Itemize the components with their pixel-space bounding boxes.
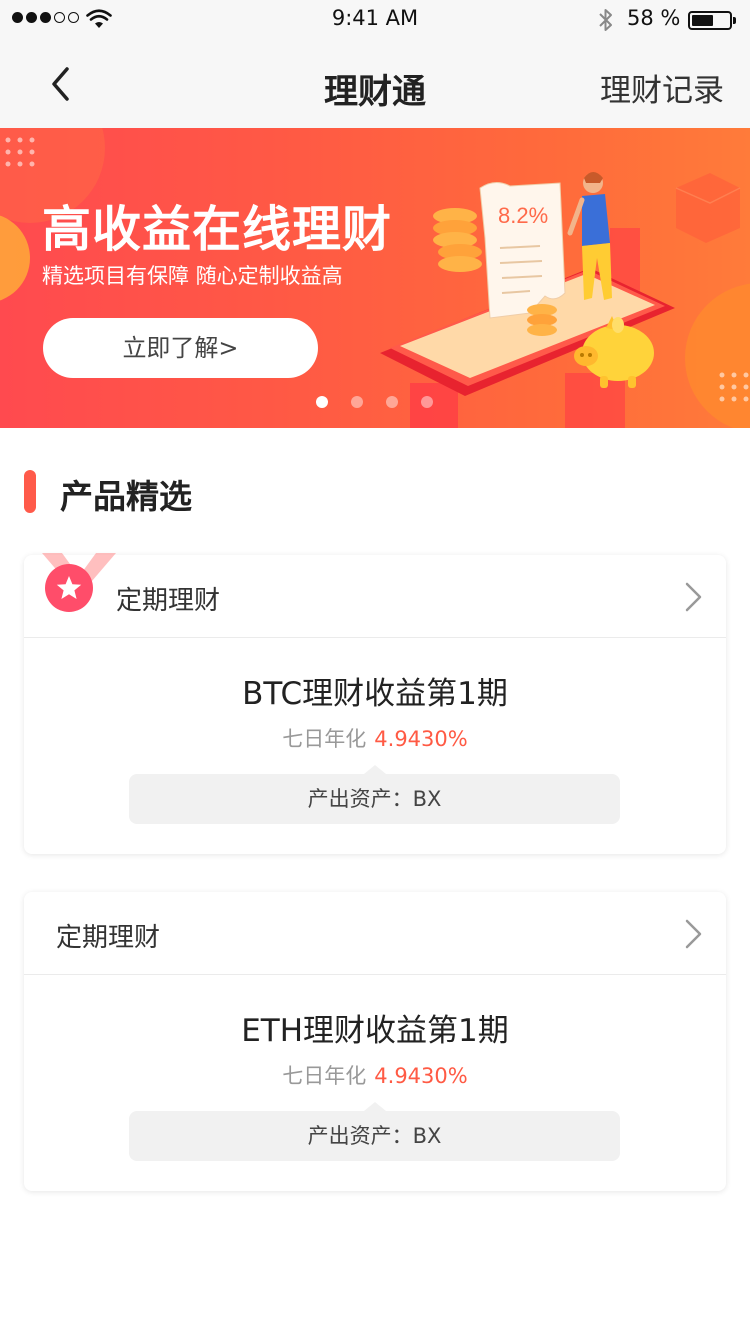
banner-pagination[interactable] <box>316 396 433 408</box>
product-card-body: BTC理财收益第1期 七日年化 4.9430% 产出资产：BX <box>24 638 726 854</box>
finance-illustration: 8.2% <box>380 172 675 396</box>
battery-icon <box>688 11 736 30</box>
rate-value: 4.9430% <box>374 1064 468 1088</box>
product-card[interactable]: 定期理财 BTC理财收益第1期 七日年化 4.9430% 产出资产：BX <box>24 553 726 854</box>
chevron-right-icon <box>685 919 702 949</box>
learn-more-button[interactable]: 立即了解> <box>43 318 318 378</box>
star-medal-icon <box>42 553 116 612</box>
navigation-bar: 理财通 理财记录 <box>0 40 750 128</box>
product-rate: 七日年化 4.9430% <box>24 1060 726 1090</box>
receipt-rate: 8.2% <box>498 203 548 228</box>
banner-page-dot[interactable] <box>316 396 328 408</box>
status-bar: 9:41 AM 58 % <box>0 0 750 40</box>
product-rate: 七日年化 4.9430% <box>24 723 726 753</box>
banner-page-dot[interactable] <box>386 396 398 408</box>
asset-label: 产出资产： <box>307 787 413 811</box>
banner-page-dot[interactable] <box>351 396 363 408</box>
product-card-body: ETH理财收益第1期 七日年化 4.9430% 产出资产：BX <box>24 975 726 1191</box>
asset-value: BX <box>412 1124 442 1148</box>
asset-value: BX <box>412 787 442 811</box>
asset-label: 产出资产： <box>307 1124 413 1148</box>
product-card-header[interactable]: 定期理财 <box>24 892 726 975</box>
banner-subtitle: 精选项目有保障 随心定制收益高 <box>42 264 343 288</box>
rate-label: 七日年化 <box>282 727 367 751</box>
rate-value: 4.9430% <box>374 727 468 751</box>
product-category-label: 定期理财 <box>56 923 161 953</box>
product-card[interactable]: 定期理财 ETH理财收益第1期 七日年化 4.9430% 产出资产：BX <box>24 892 726 1191</box>
section-title: 产品精选 <box>60 477 192 516</box>
asset-info-box: 产出资产：BX <box>129 765 620 824</box>
product-category-label: 定期理财 <box>116 586 221 616</box>
bluetooth-icon <box>599 9 612 31</box>
battery-fill <box>692 15 713 26</box>
banner-title: 高收益在线理财 <box>42 201 393 258</box>
product-name: ETH理财收益第1期 <box>241 1013 509 1049</box>
banner-page-dot[interactable] <box>421 396 433 408</box>
asset-info-box: 产出资产：BX <box>129 1102 620 1161</box>
rate-label: 七日年化 <box>282 1064 367 1088</box>
section-accent-bar <box>24 470 36 513</box>
promo-banner[interactable]: 高收益在线理财 精选项目有保障 随心定制收益高 立即了解> 8.2% <box>0 128 750 428</box>
chevron-right-icon <box>685 582 702 612</box>
finance-records-link[interactable]: 理财记录 <box>600 65 724 110</box>
product-name: BTC理财收益第1期 <box>242 676 508 712</box>
product-card-header[interactable]: 定期理财 <box>24 553 726 638</box>
battery-percent: 58 % <box>627 6 681 30</box>
